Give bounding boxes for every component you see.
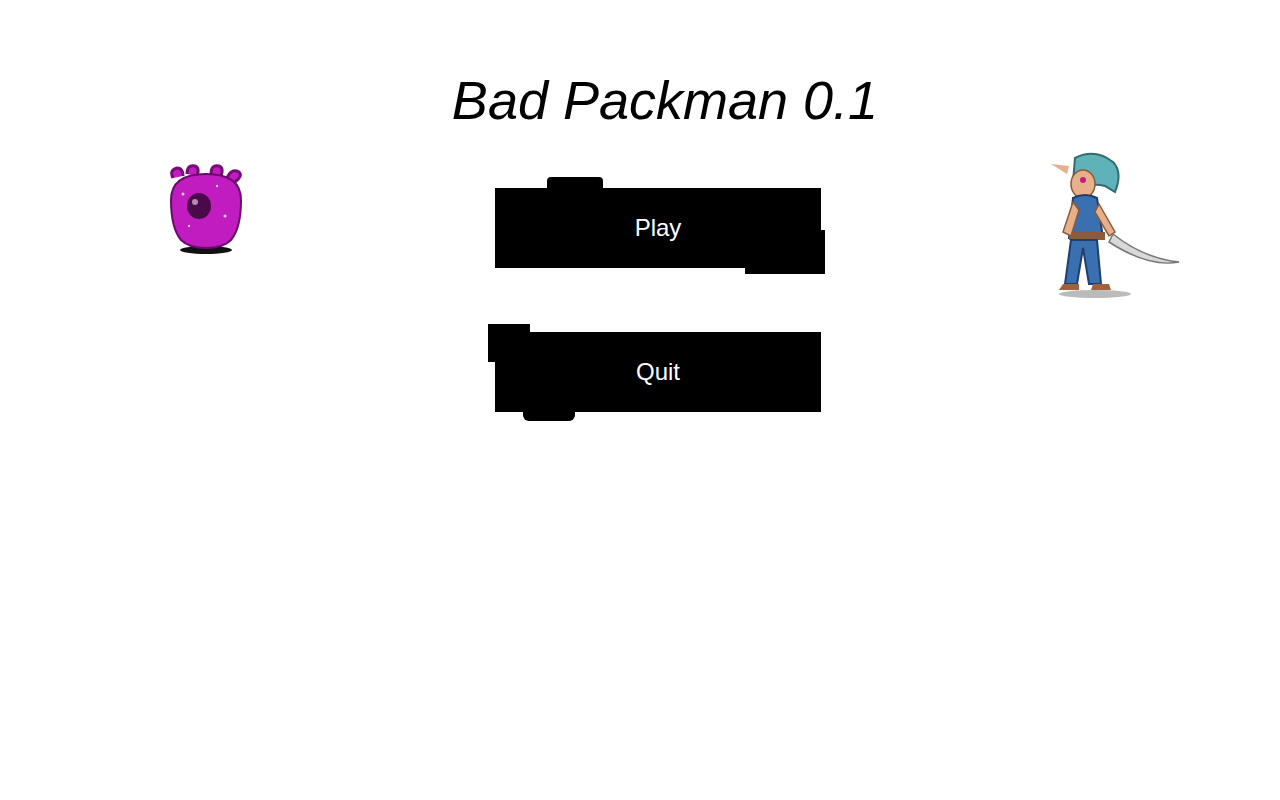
main-menu: Bad Packman 0.1 Play Quit xyxy=(0,0,1280,800)
menu-button[interactable]: Play xyxy=(495,188,821,268)
menu-button[interactable]: Quit xyxy=(495,332,821,412)
game-title: Bad Packman 0.1 xyxy=(0,68,1280,132)
menu-button-label: Quit xyxy=(636,358,680,386)
elf-warrior-icon xyxy=(1035,150,1181,300)
menu-button-label: Play xyxy=(635,214,682,242)
right-sprite-cell xyxy=(825,150,1280,412)
button-column: Play Quit xyxy=(495,150,825,412)
menu-row: Play Quit xyxy=(0,150,1280,412)
eye-monster-icon xyxy=(165,164,247,256)
left-sprite-cell xyxy=(0,150,495,412)
